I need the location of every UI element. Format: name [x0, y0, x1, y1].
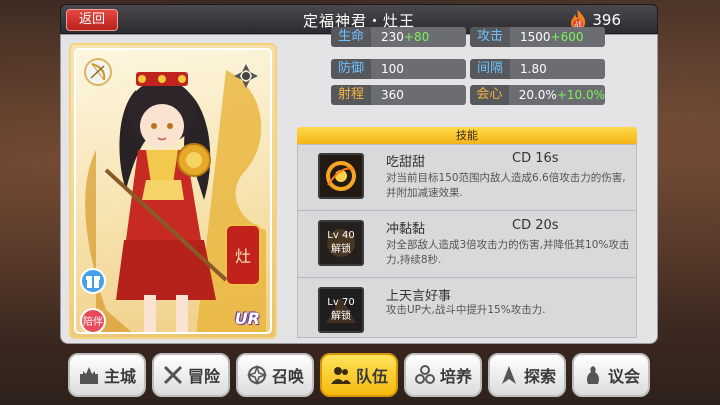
stat-interval: 间隔 1.80 — [470, 59, 605, 79]
nav-label: 议会 — [607, 367, 640, 386]
skill-lock-level: Lv 70 — [327, 297, 355, 308]
skill-lock-level: Lv 40 — [327, 230, 355, 241]
stat-name: 会心 — [470, 85, 509, 105]
team-icon — [330, 367, 351, 384]
wind-element-icon — [234, 64, 258, 88]
skill-row[interactable]: Lv 70 解锁 上天言好事 攻击UP大,战斗中提升15%攻击力. — [298, 279, 636, 337]
crossed-swords-icon — [163, 365, 183, 385]
stat-value: 360 — [381, 88, 404, 102]
stat-range: 射程 360 — [331, 85, 466, 105]
stat-name: 攻击 — [470, 27, 510, 47]
skill-row[interactable]: Lv 40 解锁 冲黏黏 CD 20s 对全部敌人造成3倍攻击力的伤害,并降低其… — [298, 212, 636, 278]
skill-description: 攻击UP大,战斗中提升15%攻击力. — [386, 304, 546, 316]
skill-icon[interactable] — [318, 153, 364, 199]
nav-summon[interactable]: 召唤 — [236, 353, 314, 397]
skill-cooldown: CD 20s — [512, 218, 559, 233]
nav-main-city[interactable]: 主城 — [68, 353, 146, 397]
stats-grid: 生命 230+80 攻击 1500+600 防御 100 间隔 1.80 射程 … — [331, 27, 701, 115]
stat-name: 间隔 — [470, 59, 510, 79]
stat-bonus: +10.0% — [556, 88, 605, 102]
stat-value: 1.80 — [520, 62, 547, 76]
castle-icon — [79, 367, 98, 384]
nav-label: 主城 — [103, 367, 136, 386]
nav-label: 召唤 — [271, 367, 304, 386]
stat-name: 防御 — [331, 59, 371, 79]
nav-training[interactable]: 培养 — [404, 353, 482, 397]
skill-icon[interactable]: Lv 40 解锁 — [318, 220, 364, 266]
nav-label: 探索 — [523, 367, 556, 386]
skills-list[interactable]: 吃甜甜 CD 16s 对当前目标150范围内敌人造成6.6倍攻击力的伤害,并附加… — [297, 144, 637, 338]
skill-name: 上天言好事 — [386, 289, 452, 304]
skill-lock-text: 解锁 — [331, 311, 351, 322]
bottom-nav: 主城 冒险 召唤 队伍 培养 探索 议会 — [68, 353, 650, 397]
stat-name: 射程 — [331, 85, 371, 105]
skill-lock-overlay: Lv 70 解锁 — [320, 289, 362, 331]
nav-council[interactable]: 议会 — [572, 353, 650, 397]
skill-name: 吃甜甜 — [386, 155, 426, 170]
nav-label: 冒险 — [187, 367, 220, 386]
skill-lock-overlay: Lv 40 解锁 — [320, 222, 362, 264]
character-portrait: 灶 — [85, 70, 266, 332]
stat-value: 1500 — [520, 30, 551, 44]
svg-text:灶: 灶 — [235, 247, 251, 266]
stat-value: 100 — [381, 62, 404, 76]
skill-description: 对当前目标150范围内敌人造成6.6倍攻击力的伤害,并附加减速效果. — [386, 172, 626, 199]
skill-description: 对全部敌人造成3倍攻击力的伤害,并降低其10%攻击力,持续8秒. — [386, 239, 630, 266]
rarity-label: UR — [234, 309, 260, 328]
character-card: 灶 陪伴 UR — [69, 43, 277, 339]
training-icon — [414, 365, 435, 384]
skill-cooldown: CD 16s — [512, 151, 559, 166]
stat-bonus: +80 — [403, 30, 430, 44]
skill-icon[interactable]: Lv 70 解锁 — [318, 287, 364, 333]
stat-hp: 生命 230+80 — [331, 27, 466, 47]
stat-name: 生命 — [331, 27, 371, 47]
accompany-badge[interactable]: 陪伴 — [80, 308, 106, 332]
skill-lock-text: 解锁 — [331, 244, 351, 255]
skills-header: 技能 — [297, 127, 637, 144]
skill-name: 冲黏黏 — [386, 222, 426, 237]
stat-crit: 会心 20.0%+10.0% — [470, 85, 605, 105]
summon-circle-icon — [246, 364, 268, 386]
council-icon — [586, 366, 599, 384]
nav-team[interactable]: 队伍 — [320, 353, 398, 397]
gift-icon[interactable] — [80, 268, 106, 294]
skill-row[interactable]: 吃甜甜 CD 16s 对当前目标150范围内敌人造成6.6倍攻击力的伤害,并附加… — [298, 145, 636, 211]
stat-defense: 防御 100 — [331, 59, 466, 79]
card-portrait-frame: 灶 陪伴 UR — [74, 48, 272, 334]
nav-label: 培养 — [439, 367, 472, 386]
stat-value: 20.0% — [518, 88, 557, 102]
nav-explore[interactable]: 探索 — [488, 353, 566, 397]
nav-adventure[interactable]: 冒险 — [152, 353, 230, 397]
explore-icon — [501, 366, 516, 384]
nav-label: 队伍 — [355, 367, 388, 386]
stat-value: 230 — [381, 30, 404, 44]
stat-attack: 攻击 1500+600 — [470, 27, 605, 47]
stat-bonus: +600 — [550, 30, 584, 44]
bow-icon — [84, 58, 112, 86]
